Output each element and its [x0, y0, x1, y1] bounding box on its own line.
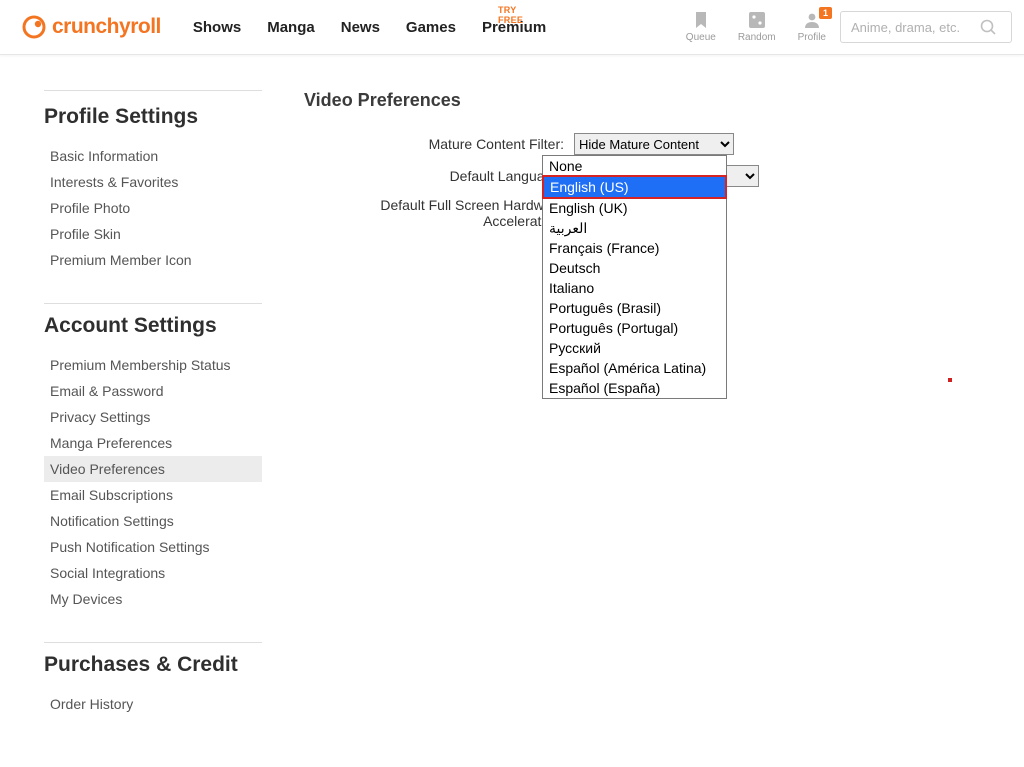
page-body: Profile Settings Basic Information Inter… [0, 55, 1024, 767]
lang-option-spanish-latam[interactable]: Español (América Latina) [543, 358, 726, 378]
sidebar-item-premium-member-icon[interactable]: Premium Member Icon [44, 247, 262, 273]
lang-option-italian[interactable]: Italiano [543, 278, 726, 298]
main-nav: Shows Manga News Games TRY FREE Premium [193, 19, 546, 36]
label-hw-accel: Default Full Screen Hardware Acceleratio… [304, 197, 574, 229]
sidebar-item-email-subscriptions[interactable]: Email Subscriptions [44, 482, 262, 508]
lang-option-arabic[interactable]: العربية [543, 218, 726, 238]
search-box[interactable] [840, 11, 1012, 43]
nav-premium[interactable]: TRY FREE Premium [482, 19, 546, 36]
select-mature-filter[interactable]: Hide Mature Content [574, 133, 734, 155]
language-dropdown-list[interactable]: None English (US) English (UK) العربية F… [542, 155, 727, 399]
nav-manga[interactable]: Manga [267, 19, 315, 36]
section-purchases-credit: Purchases & Credit [44, 642, 262, 677]
sidebar-item-privacy-settings[interactable]: Privacy Settings [44, 404, 262, 430]
profile-links: Basic Information Interests & Favorites … [44, 143, 262, 303]
try-free-badge: TRY FREE [498, 5, 530, 25]
random-button[interactable]: Random [738, 11, 776, 43]
sidebar-item-notification-settings[interactable]: Notification Settings [44, 508, 262, 534]
main-content: Video Preferences Mature Content Filter:… [262, 90, 1002, 747]
sidebar-item-social-integrations[interactable]: Social Integrations [44, 560, 262, 586]
search-input[interactable] [849, 19, 979, 36]
lang-option-english-uk[interactable]: English (UK) [543, 198, 726, 218]
header-icons: Queue Random 1 Profile [686, 11, 826, 43]
label-default-language: Default Language: [304, 168, 574, 184]
search-icon[interactable] [979, 18, 997, 36]
lang-option-spanish-spain[interactable]: Español (España) [543, 378, 726, 398]
sidebar-item-manga-preferences[interactable]: Manga Preferences [44, 430, 262, 456]
site-header: crunchyroll Shows Manga News Games TRY F… [0, 0, 1024, 55]
nav-shows[interactable]: Shows [193, 19, 241, 36]
sidebar-item-order-history[interactable]: Order History [44, 691, 262, 717]
nav-games[interactable]: Games [406, 19, 456, 36]
section-account-settings: Account Settings [44, 303, 262, 338]
page-title: Video Preferences [304, 90, 1002, 111]
decorative-dot [948, 378, 952, 382]
sidebar-item-basic-information[interactable]: Basic Information [44, 143, 262, 169]
nav-news[interactable]: News [341, 19, 380, 36]
settings-sidebar: Profile Settings Basic Information Inter… [44, 90, 262, 747]
sidebar-item-email-password[interactable]: Email & Password [44, 378, 262, 404]
label-mature-filter: Mature Content Filter: [304, 136, 574, 152]
lang-option-portuguese-portugal[interactable]: Português (Portugal) [543, 318, 726, 338]
lang-option-none[interactable]: None [543, 156, 726, 176]
sidebar-item-video-preferences[interactable]: Video Preferences [44, 456, 262, 482]
sidebar-item-interests-favorites[interactable]: Interests & Favorites [44, 169, 262, 195]
brand-logo[interactable]: crunchyroll [22, 15, 161, 39]
sidebar-item-profile-photo[interactable]: Profile Photo [44, 195, 262, 221]
profile-label: Profile [798, 32, 826, 43]
sidebar-item-my-devices[interactable]: My Devices [44, 586, 262, 612]
lang-option-english-us[interactable]: English (US) [542, 175, 727, 199]
section-profile-settings: Profile Settings [44, 90, 262, 129]
dice-icon [748, 11, 766, 29]
bookmark-icon [693, 11, 709, 29]
account-links: Premium Membership Status Email & Passwo… [44, 352, 262, 642]
brand-text: crunchyroll [52, 15, 161, 39]
row-mature-filter: Mature Content Filter: Hide Mature Conte… [304, 133, 1002, 155]
random-label: Random [738, 32, 776, 43]
queue-button[interactable]: Queue [686, 11, 716, 43]
sidebar-item-push-notification-settings[interactable]: Push Notification Settings [44, 534, 262, 560]
lang-option-portuguese-brazil[interactable]: Português (Brasil) [543, 298, 726, 318]
profile-badge: 1 [819, 7, 832, 19]
purchases-links: Order History [44, 691, 262, 747]
sidebar-item-profile-skin[interactable]: Profile Skin [44, 221, 262, 247]
profile-button[interactable]: 1 Profile [798, 11, 826, 43]
queue-label: Queue [686, 32, 716, 43]
lang-option-german[interactable]: Deutsch [543, 258, 726, 278]
lang-option-french[interactable]: Français (France) [543, 238, 726, 258]
sidebar-item-premium-membership[interactable]: Premium Membership Status [44, 352, 262, 378]
crunchyroll-icon [22, 15, 46, 39]
lang-option-russian[interactable]: Русский [543, 338, 726, 358]
